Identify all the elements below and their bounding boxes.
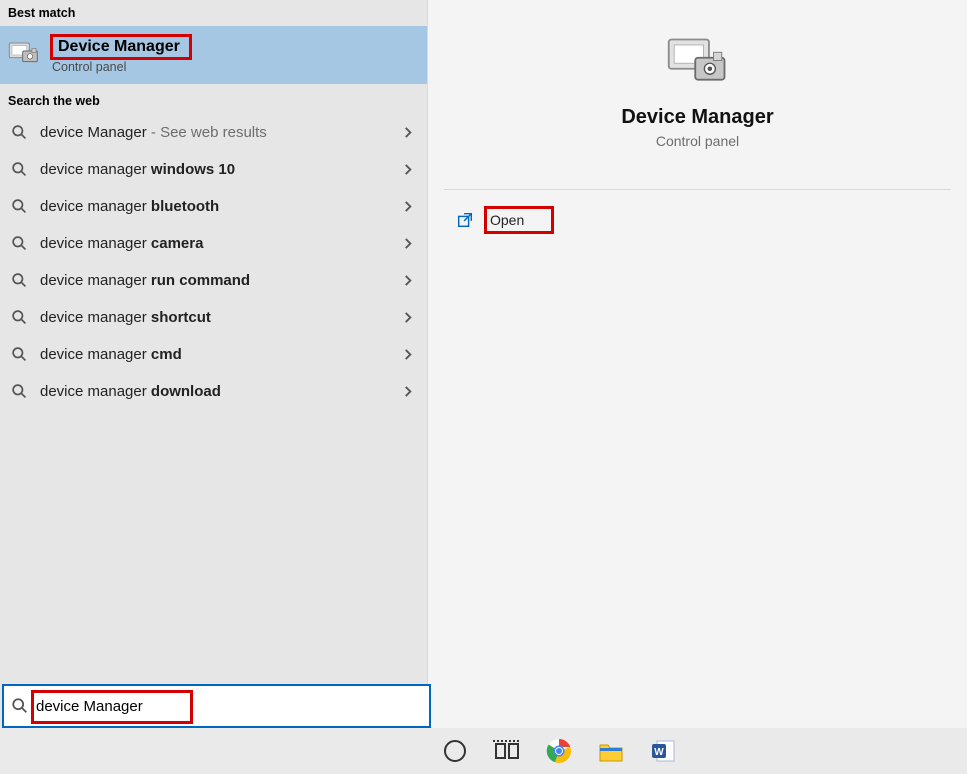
cortana-icon[interactable] (441, 737, 469, 765)
web-suggestion-label: device manager windows 10 (40, 161, 391, 178)
taskbar: W (0, 728, 967, 774)
search-icon (10, 161, 28, 178)
web-suggestion[interactable]: device manager download (0, 373, 427, 410)
web-suggestion[interactable]: device manager camera (0, 225, 427, 262)
web-suggestion[interactable]: device manager windows 10 (0, 151, 427, 188)
search-icon (10, 309, 28, 326)
web-suggestion-label: device manager run command (40, 272, 391, 289)
preview-pane: Device Manager Control panel Open (427, 0, 967, 774)
chevron-right-icon (403, 201, 417, 212)
chevron-right-icon (403, 312, 417, 323)
best-match-subtitle: Control panel (52, 60, 190, 74)
search-icon (10, 272, 28, 289)
chevron-right-icon (403, 164, 417, 175)
web-suggestion-label: device Manager - See web results (40, 124, 391, 141)
chevron-right-icon (403, 238, 417, 249)
action-open-label: Open (486, 208, 552, 232)
web-suggestion-label: device manager shortcut (40, 309, 391, 326)
search-icon (10, 697, 30, 715)
best-match-item[interactable]: Device Manager Control panel (0, 26, 427, 84)
web-suggestion-label: device manager camera (40, 235, 391, 252)
search-results-pane: Best match Device Manager Control panel (0, 0, 427, 774)
chevron-right-icon (403, 349, 417, 360)
task-view-icon[interactable] (493, 737, 521, 765)
web-suggestion[interactable]: device Manager - See web results (0, 114, 427, 151)
web-suggestion[interactable]: device manager cmd (0, 336, 427, 373)
best-match-title: Device Manager (52, 36, 190, 58)
web-suggestion-label: device manager bluetooth (40, 198, 391, 215)
web-suggestion[interactable]: device manager bluetooth (0, 188, 427, 225)
web-suggestions-list: device Manager - See web results device m… (0, 114, 427, 410)
preview-title: Device Manager (621, 106, 773, 129)
open-icon (456, 211, 474, 229)
device-manager-icon (8, 39, 40, 71)
file-explorer-icon[interactable] (597, 737, 625, 765)
search-icon (10, 124, 28, 141)
best-match-header: Best match (0, 0, 427, 26)
web-suggestion-label: device manager cmd (40, 346, 391, 363)
web-suggestion[interactable]: device manager run command (0, 262, 427, 299)
search-web-header: Search the web (0, 84, 427, 114)
search-icon (10, 346, 28, 363)
chrome-icon[interactable] (545, 737, 573, 765)
search-icon (10, 383, 28, 400)
preview-subtitle: Control panel (656, 133, 739, 149)
device-manager-icon (666, 34, 730, 88)
web-suggestion-label: device manager download (40, 383, 391, 400)
web-suggestion[interactable]: device manager shortcut (0, 299, 427, 336)
action-open[interactable]: Open (428, 190, 967, 232)
search-icon (10, 198, 28, 215)
svg-text:W: W (654, 747, 664, 758)
chevron-right-icon (403, 386, 417, 397)
highlight-overlay (34, 693, 190, 721)
chevron-right-icon (403, 275, 417, 286)
chevron-right-icon (403, 127, 417, 138)
word-icon[interactable]: W (649, 737, 677, 765)
search-bar[interactable] (2, 684, 431, 728)
search-icon (10, 235, 28, 252)
